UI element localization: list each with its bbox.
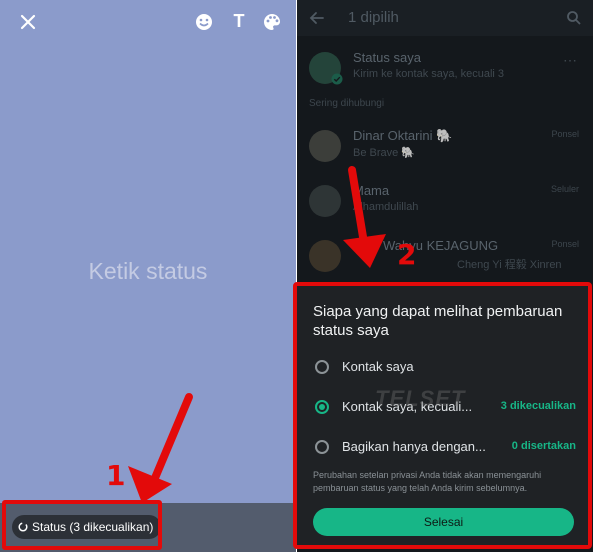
contact-meta: Ponsel: [551, 239, 579, 249]
close-icon[interactable]: [18, 12, 38, 32]
contact-name: Dinar Oktarini 🐘: [353, 128, 453, 143]
status-privacy-sheet: Siapa yang dapat melihat pembaruan statu…: [293, 282, 592, 549]
telset-watermark: TELSET: [375, 386, 466, 411]
avatar: [309, 185, 341, 217]
contact-name: Mama: [353, 183, 390, 198]
text-icon[interactable]: T: [229, 11, 249, 31]
contact-meta: Seluler: [550, 184, 579, 194]
contact-row[interactable]: Mama Alhamdulillah Seluler: [297, 175, 593, 227]
back-arrow-icon[interactable]: [309, 10, 325, 26]
contact-sub: Alhamdulillah: [353, 201, 419, 213]
option-only-share-with[interactable]: Bagikan hanya dengan... 0 disertakan: [297, 432, 588, 464]
radio-button-selected[interactable]: [315, 400, 329, 414]
radio-button[interactable]: [315, 440, 329, 454]
my-status-name: Status saya: [353, 50, 421, 65]
sheet-title: Siapa yang dapat melihat pembaruan statu…: [313, 303, 563, 339]
done-button[interactable]: Selesai: [313, 508, 574, 536]
option-my-contacts[interactable]: Kontak saya: [297, 352, 588, 384]
status-composer: T Ketik status Status (3 dikecualikan): [0, 0, 296, 552]
section-label: Sering dihubungi: [309, 98, 385, 109]
search-icon[interactable]: [566, 10, 582, 26]
avatar: [309, 240, 341, 272]
excluded-count[interactable]: 3 dikecualikan: [501, 400, 576, 412]
more-options-icon[interactable]: ⋯: [563, 52, 577, 69]
palette-icon[interactable]: [262, 12, 282, 32]
my-status-row[interactable]: Status saya Kirim ke kontak saya, kecual…: [297, 42, 593, 94]
contact-row[interactable]: Wahyu KEJAGUNG Cheng Yi 程毅 Xinren Ponsel: [297, 230, 593, 282]
highlight-frame-1: [2, 500, 162, 550]
selection-count-title: 1 dipilih: [348, 9, 399, 26]
option-label: Bagikan hanya dengan...: [342, 439, 486, 454]
included-count[interactable]: 0 disertakan: [512, 440, 576, 452]
emoji-icon[interactable]: [194, 12, 214, 32]
check-badge-icon: [331, 73, 343, 85]
contact-sub: Be Brave 🐘: [353, 147, 415, 159]
my-status-sub: Kirim ke kontak saya, kecuali 3: [353, 68, 505, 80]
radio-button[interactable]: [315, 360, 329, 374]
option-label: Kontak saya: [342, 359, 414, 374]
contact-row[interactable]: Dinar Oktarini 🐘 Be Brave 🐘 Ponsel: [297, 120, 593, 172]
privacy-note: Perubahan setelan privasi Anda tidak aka…: [313, 470, 542, 493]
step-number-2: 2: [397, 238, 417, 271]
contact-sub: Cheng Yi 程毅 Xinren: [457, 259, 562, 271]
selection-header: 1 dipilih: [297, 0, 593, 36]
contact-meta: Ponsel: [551, 129, 579, 139]
avatar: [309, 130, 341, 162]
status-text-placeholder[interactable]: Ketik status: [0, 258, 296, 285]
step-number-1: 1: [106, 459, 126, 492]
